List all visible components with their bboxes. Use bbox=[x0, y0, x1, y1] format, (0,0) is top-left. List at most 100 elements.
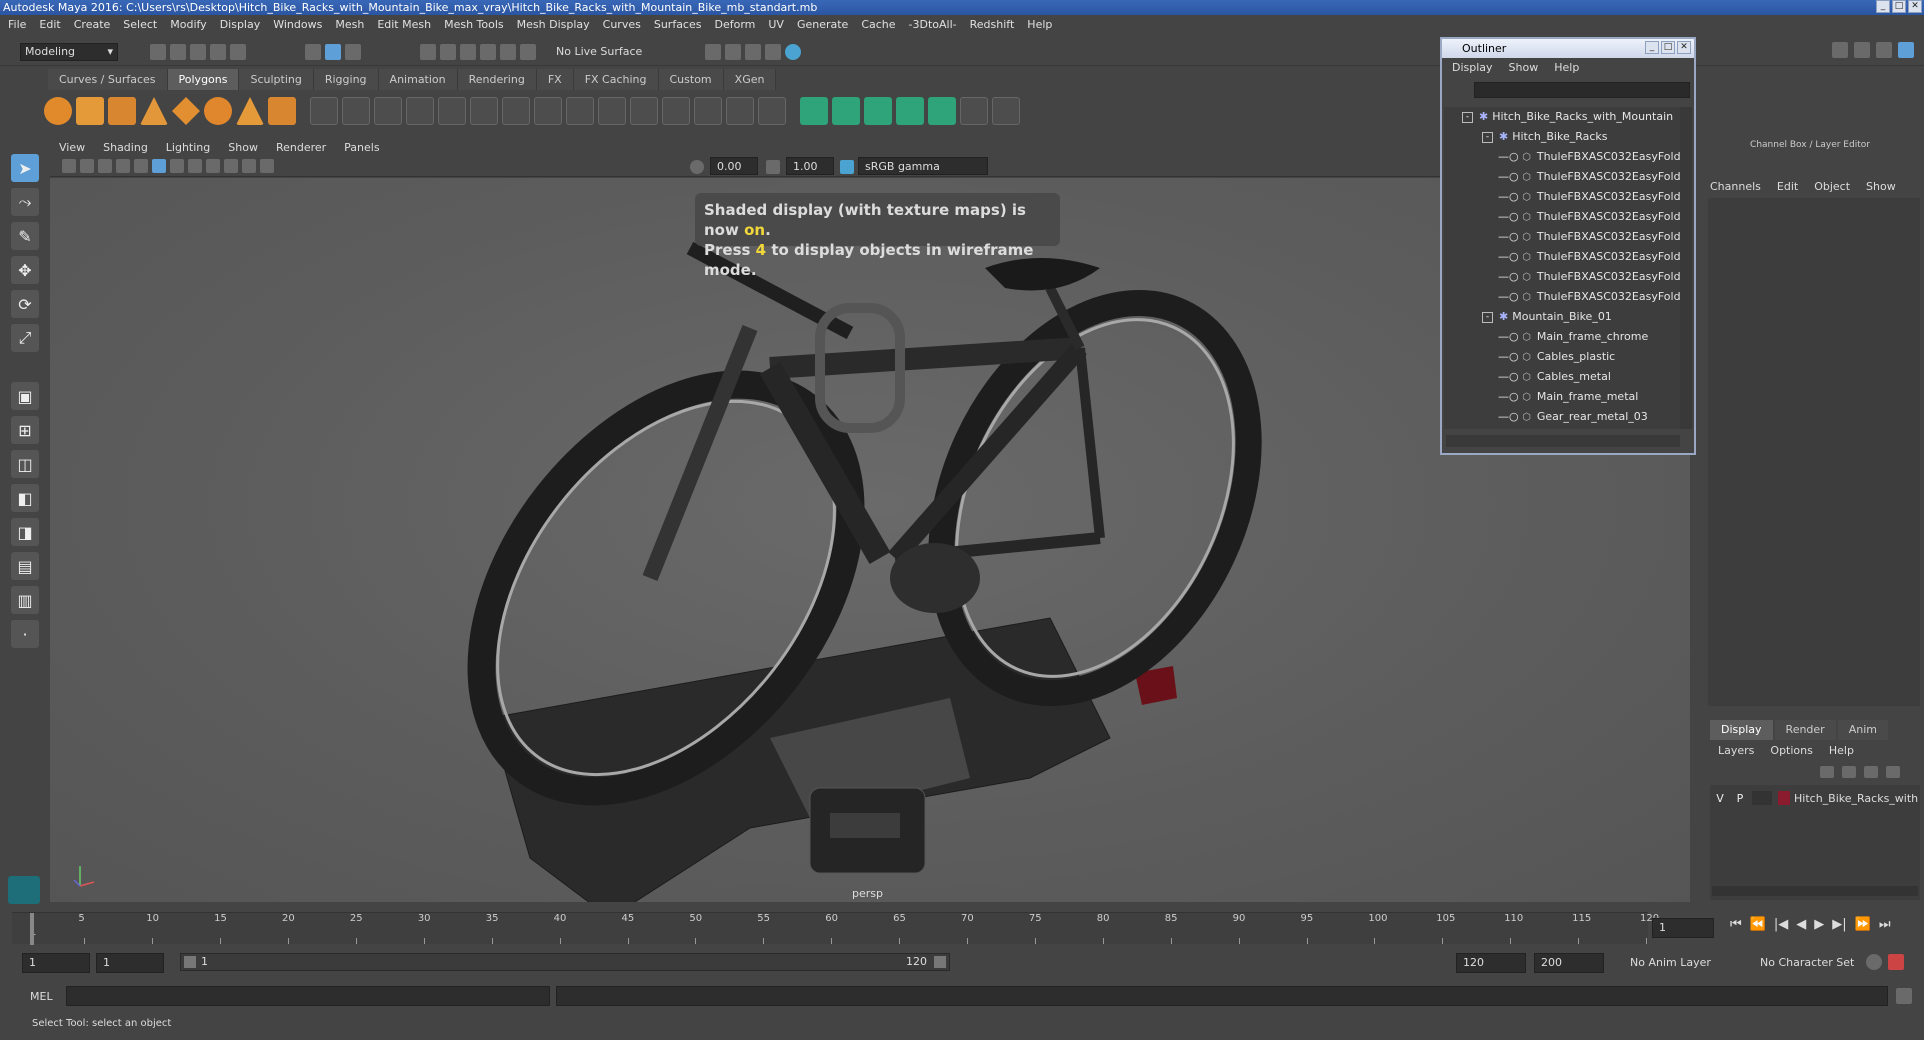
tool-settings-icon[interactable] bbox=[1876, 42, 1892, 58]
target-weld-icon[interactable] bbox=[598, 97, 626, 125]
outliner-item[interactable]: - ✱ Hitch_Bike_Racks bbox=[1444, 127, 1682, 147]
outliner-vertical-scrollbar[interactable] bbox=[1680, 107, 1692, 429]
shelf-tab-fx[interactable]: FX bbox=[536, 69, 574, 90]
append-icon[interactable] bbox=[502, 97, 530, 125]
smooth-icon[interactable] bbox=[374, 97, 402, 125]
outliner-item[interactable]: - ✱ Hitch_Bike_Racks_with_Mountain bbox=[1444, 107, 1682, 127]
shelf-tab-rendering[interactable]: Rendering bbox=[457, 69, 537, 90]
end-time-field[interactable]: 200 bbox=[1534, 953, 1604, 973]
attribute-editor-icon[interactable] bbox=[1854, 42, 1870, 58]
outliner-menu-show[interactable]: Show bbox=[1509, 58, 1539, 78]
viewport-menu-lighting[interactable]: Lighting bbox=[166, 138, 210, 157]
modeling-toolkit-icon[interactable] bbox=[1832, 42, 1848, 58]
move-layer-down-icon[interactable] bbox=[1842, 766, 1856, 778]
hypershade-icon[interactable] bbox=[785, 44, 801, 60]
menu-curves[interactable]: Curves bbox=[603, 18, 641, 31]
undo-icon[interactable] bbox=[210, 44, 226, 60]
menu-mesh[interactable]: Mesh bbox=[335, 18, 364, 31]
select-object-icon[interactable] bbox=[325, 44, 341, 60]
poly-plane-icon[interactable] bbox=[172, 97, 200, 125]
outliner-item[interactable]: —○ ⬡ ThuleFBXASC032EasyFold bbox=[1444, 147, 1682, 167]
channel-box-menu-channels[interactable]: Channels bbox=[1710, 180, 1761, 193]
range-slider[interactable]: 1 120 bbox=[180, 953, 950, 971]
separate-icon[interactable] bbox=[342, 97, 370, 125]
playback-start-field[interactable]: 1 bbox=[96, 953, 164, 973]
layer-type-toggle[interactable] bbox=[1752, 791, 1772, 805]
outliner-menu-display[interactable]: Display bbox=[1452, 58, 1493, 78]
menu-windows[interactable]: Windows bbox=[273, 18, 322, 31]
outliner-item[interactable]: —○ ⬡ ThuleFBXASC032EasyFold bbox=[1444, 207, 1682, 227]
shelf-tab-rigging[interactable]: Rigging bbox=[313, 69, 379, 90]
poly-pipe-icon[interactable] bbox=[268, 97, 296, 125]
save-scene-icon[interactable] bbox=[190, 44, 206, 60]
menu-3dtoall[interactable]: -3DtoAll- bbox=[909, 18, 957, 31]
render-view-icon[interactable] bbox=[765, 44, 781, 60]
shelf-tab-polygons[interactable]: Polygons bbox=[167, 69, 240, 90]
outliner-item[interactable]: —○ ⬡ ThuleFBXASC032EasyFold bbox=[1444, 247, 1682, 267]
expand-toggle-icon[interactable]: - bbox=[1482, 131, 1493, 143]
outliner-item[interactable]: - ✱ Mountain_Bike_01 bbox=[1444, 307, 1682, 327]
auto-key-icon[interactable] bbox=[1866, 954, 1882, 970]
layout-c-icon[interactable]: ◨ bbox=[11, 518, 39, 546]
poly-cone-icon[interactable] bbox=[140, 97, 168, 125]
outliner-item[interactable]: —○ ⬡ Main_frame_chrome bbox=[1444, 327, 1682, 347]
playback-end-field[interactable]: 120 bbox=[1456, 953, 1526, 973]
lasso-tool-icon[interactable]: ⤳ bbox=[11, 188, 39, 216]
uv-spherical-icon[interactable] bbox=[864, 97, 892, 125]
outliner-item[interactable]: —○ ⬡ Main_frame_metal bbox=[1444, 387, 1682, 407]
isolate-icon[interactable] bbox=[242, 159, 256, 173]
channel-box-menu-object[interactable]: Object bbox=[1814, 180, 1850, 193]
shelf-tab-fx-caching[interactable]: FX Caching bbox=[573, 69, 659, 90]
outliner-window[interactable]: Outliner _ □ ✕ Display Show Help - ✱ Hitch_B… bbox=[1440, 37, 1696, 455]
menu-deform[interactable]: Deform bbox=[714, 18, 755, 31]
layer-visibility-toggle[interactable]: V bbox=[1710, 792, 1730, 805]
more-layouts-icon[interactable]: · bbox=[11, 620, 39, 648]
step-back-frame-icon[interactable]: |◀ bbox=[1774, 917, 1788, 932]
offset-loop-icon[interactable] bbox=[662, 97, 690, 125]
layer-menu-help[interactable]: Help bbox=[1829, 744, 1854, 757]
wireframe-icon[interactable] bbox=[152, 159, 166, 173]
menu-cache[interactable]: Cache bbox=[861, 18, 895, 31]
snap-curve-icon[interactable] bbox=[440, 44, 456, 60]
layer-menu-layers[interactable]: Layers bbox=[1718, 744, 1754, 757]
layer-tab-render[interactable]: Render bbox=[1774, 720, 1836, 740]
range-end-handle[interactable] bbox=[934, 956, 946, 968]
bridge-icon[interactable] bbox=[406, 97, 434, 125]
mirror-icon[interactable] bbox=[694, 97, 722, 125]
uv-planar-icon[interactable] bbox=[800, 97, 828, 125]
poly-cube-icon[interactable] bbox=[76, 97, 104, 125]
camera-select-icon[interactable] bbox=[62, 159, 76, 173]
time-slider[interactable]: 1510152025303540455055606570758085909510… bbox=[12, 912, 1659, 945]
select-tool-icon[interactable]: ➤ bbox=[11, 154, 39, 182]
mode-selector[interactable]: Modeling bbox=[20, 43, 118, 61]
shelf-tab-animation[interactable]: Animation bbox=[378, 69, 458, 90]
poly-pyramid-icon[interactable] bbox=[236, 97, 264, 125]
expand-toggle-icon[interactable]: - bbox=[1462, 111, 1473, 123]
redo-icon[interactable] bbox=[230, 44, 246, 60]
shelf-tab-curves-surfaces[interactable]: Curves / Surfaces bbox=[48, 69, 168, 90]
poly-cylinder-icon[interactable] bbox=[108, 97, 136, 125]
outliner-item[interactable]: —○ ⬡ ThuleFBXASC032EasyFold bbox=[1444, 267, 1682, 287]
go-to-start-icon[interactable]: ⏮ bbox=[1730, 917, 1742, 932]
snap-view-icon[interactable] bbox=[480, 44, 496, 60]
range-start-handle[interactable] bbox=[184, 956, 196, 968]
viewport-menu-renderer[interactable]: Renderer bbox=[276, 138, 326, 157]
render-settings-icon[interactable] bbox=[705, 44, 721, 60]
anim-layer-dropdown[interactable]: No Anim Layer bbox=[1630, 956, 1711, 969]
layer-playback-toggle[interactable]: P bbox=[1730, 792, 1750, 805]
checker-icon[interactable] bbox=[960, 97, 988, 125]
textured-icon[interactable] bbox=[188, 159, 202, 173]
exposure-field[interactable]: 0.00 bbox=[710, 157, 758, 175]
smooth-shade-icon[interactable] bbox=[170, 159, 184, 173]
color-space-dropdown[interactable]: sRGB gamma bbox=[858, 157, 988, 175]
merge-icon[interactable] bbox=[758, 97, 786, 125]
camera-attr-icon[interactable] bbox=[80, 159, 94, 173]
step-back-key-icon[interactable]: ⏪ bbox=[1750, 917, 1766, 932]
color-management-icon[interactable] bbox=[840, 160, 854, 174]
shelf-tab-sculpting[interactable]: Sculpting bbox=[239, 69, 314, 90]
menu-mesh-tools[interactable]: Mesh Tools bbox=[444, 18, 504, 31]
command-language-label[interactable]: MEL bbox=[30, 990, 53, 1003]
xray-icon[interactable] bbox=[260, 159, 274, 173]
snap-surface-icon[interactable] bbox=[500, 44, 516, 60]
outliner-horizontal-scrollbar[interactable] bbox=[1446, 435, 1680, 447]
